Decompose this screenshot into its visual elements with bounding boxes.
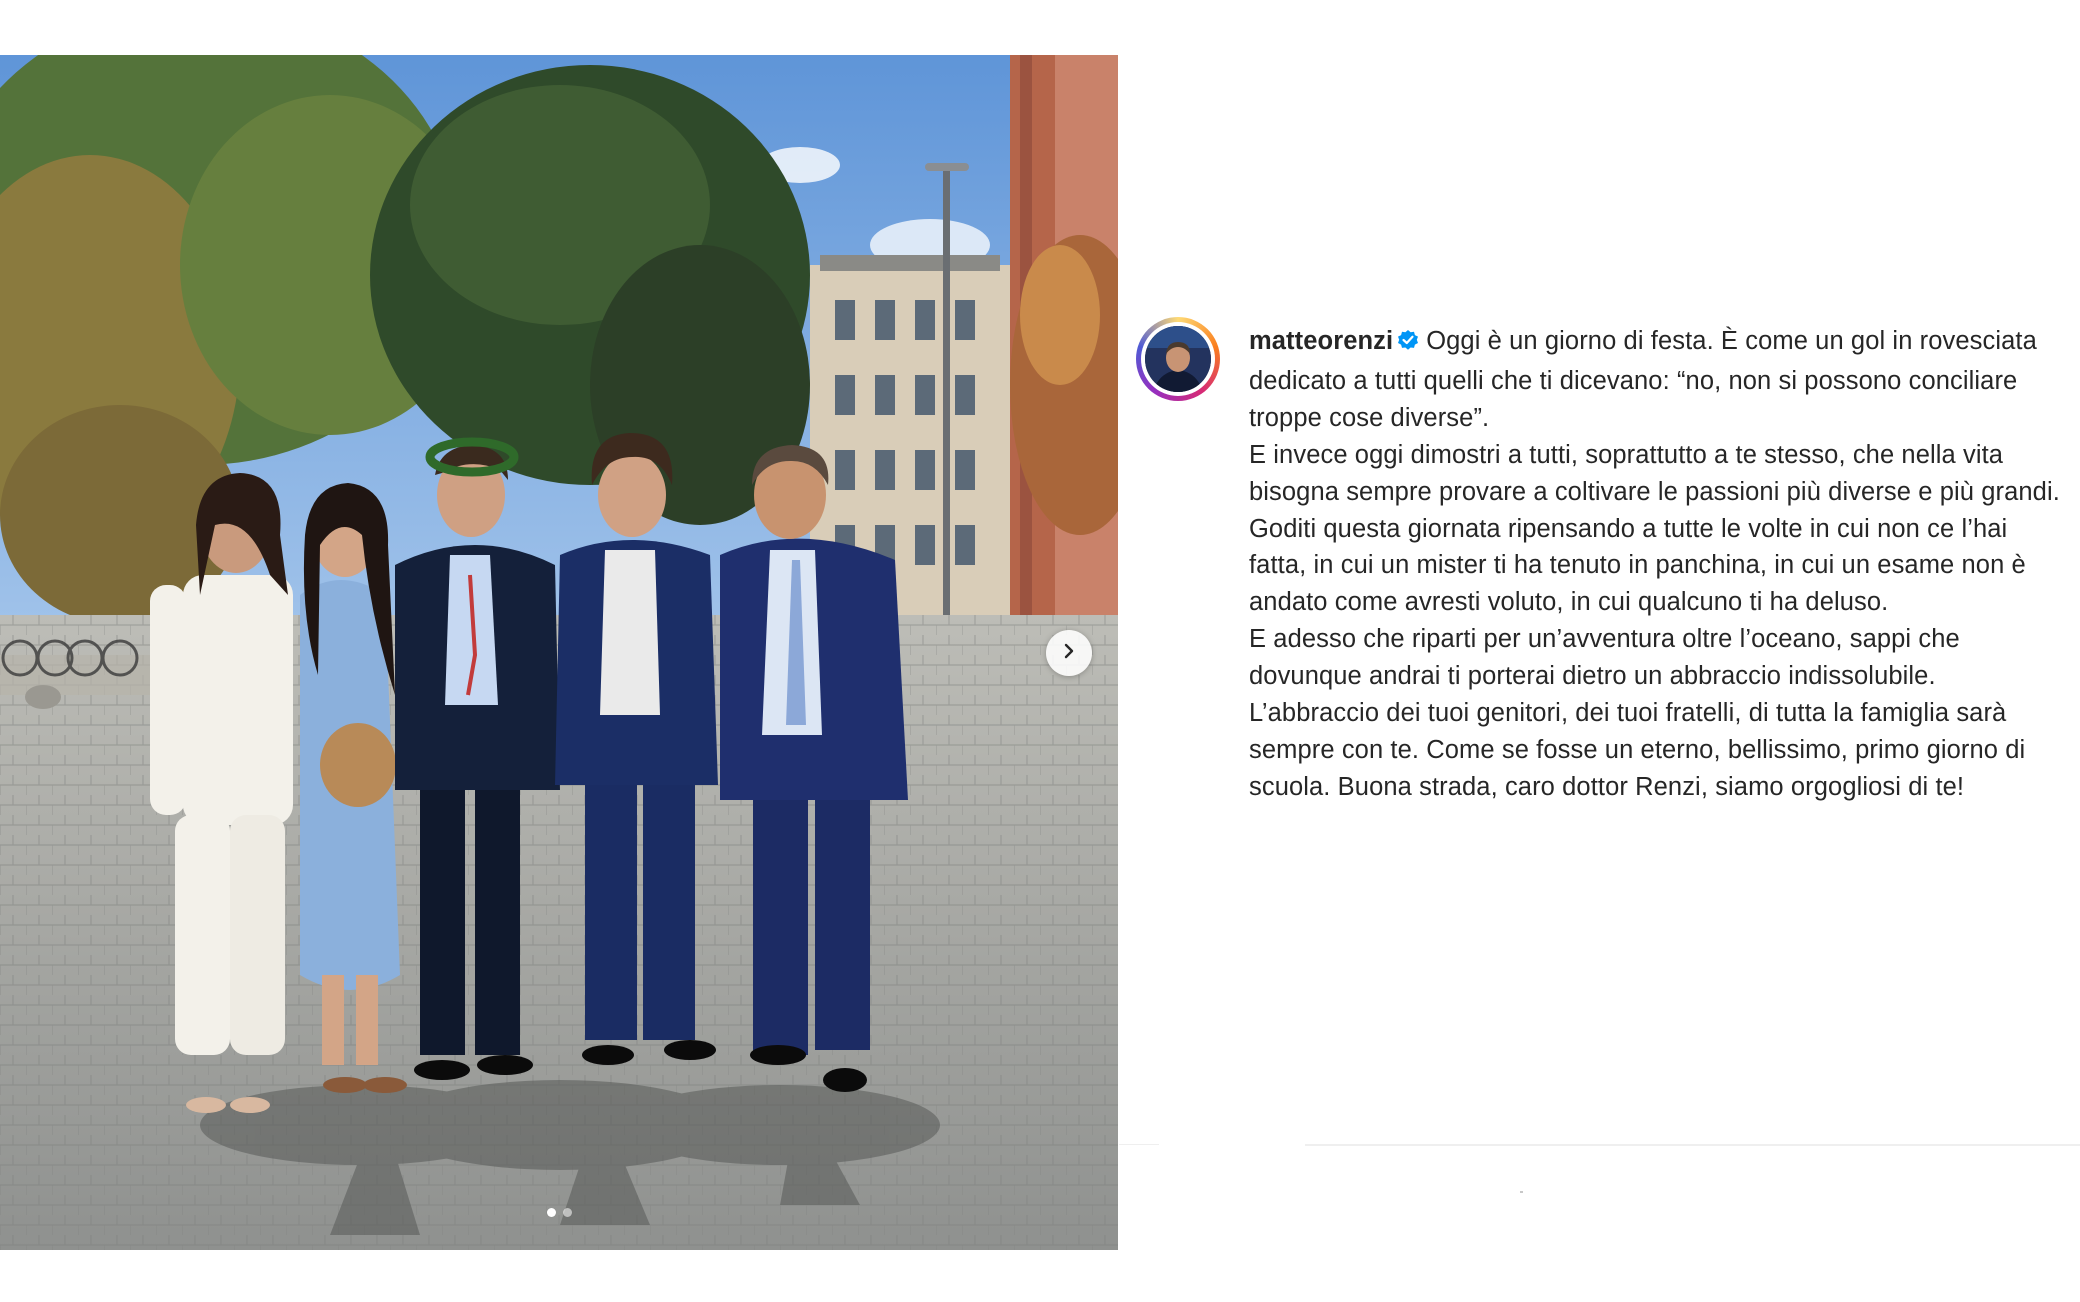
family-photo-illustration — [0, 55, 1118, 1250]
carousel-next-button[interactable] — [1046, 630, 1092, 676]
carousel-dot-active — [546, 1208, 556, 1217]
divider — [1119, 1144, 1159, 1145]
carousel-dot — [562, 1208, 572, 1217]
post-photo[interactable] — [0, 55, 1118, 1250]
avatar-image — [1145, 326, 1211, 392]
username-link[interactable]: matteorenzi — [1249, 327, 1393, 355]
decorative-mark — [1520, 1191, 1523, 1193]
post-caption: matteorenzi Oggi è un giorno di festa. È … — [1249, 323, 2064, 806]
caption-paragraph-1: matteorenzi Oggi è un giorno di festa. È … — [1249, 323, 2064, 437]
caption-paragraph-2: E invece oggi dimostri a tutti, soprattu… — [1249, 440, 2060, 617]
avatar[interactable] — [1136, 317, 1220, 401]
divider — [1305, 1144, 2080, 1146]
verified-badge-icon — [1396, 326, 1420, 363]
chevron-right-icon — [1060, 642, 1078, 665]
caption-paragraph-3: E adesso che riparti per un’avventura ol… — [1249, 625, 2026, 801]
carousel-indicator — [0, 1208, 1118, 1222]
